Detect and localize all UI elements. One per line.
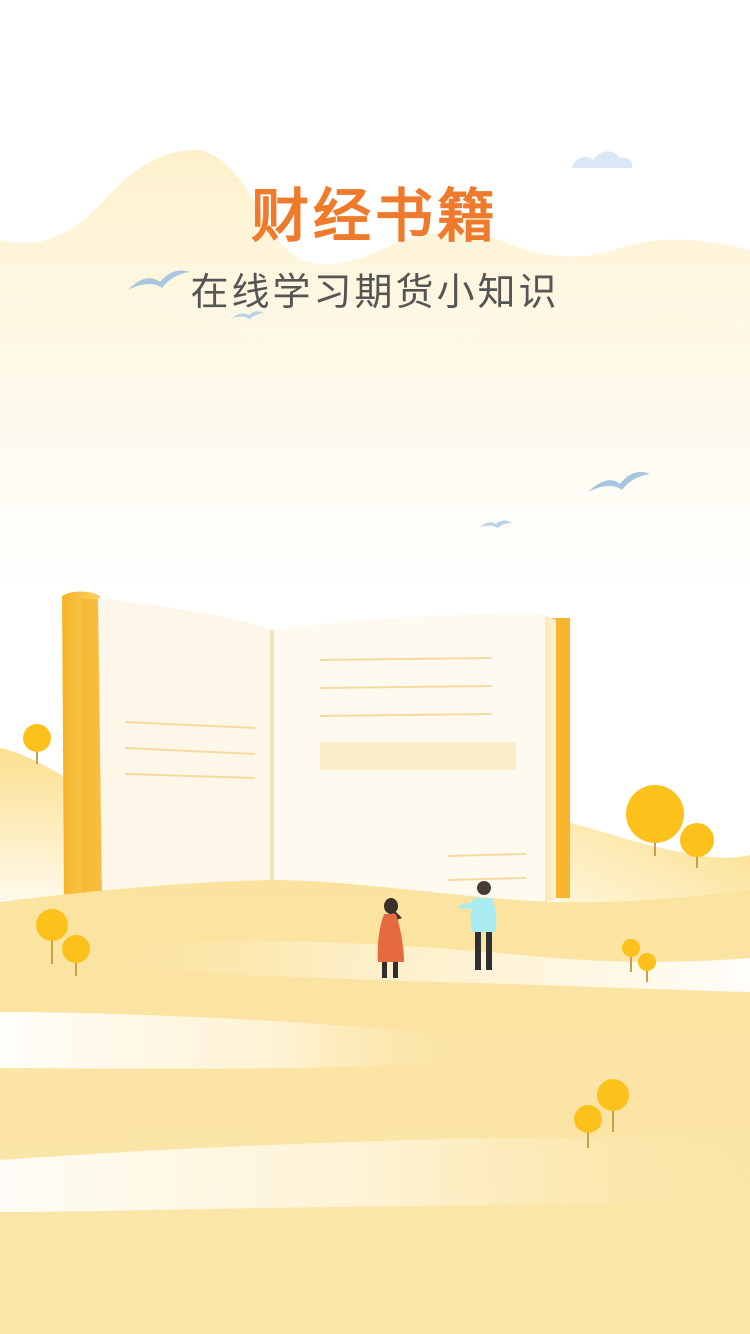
cloud-icon [572, 151, 633, 168]
book-illustration [62, 591, 570, 906]
left-hill [0, 748, 70, 900]
splash-screen: 财经书籍 在线学习期货小知识 [0, 0, 750, 1334]
page-subtitle: 在线学习期货小知识 [190, 270, 560, 314]
page-title: 财经书籍 [250, 182, 499, 250]
